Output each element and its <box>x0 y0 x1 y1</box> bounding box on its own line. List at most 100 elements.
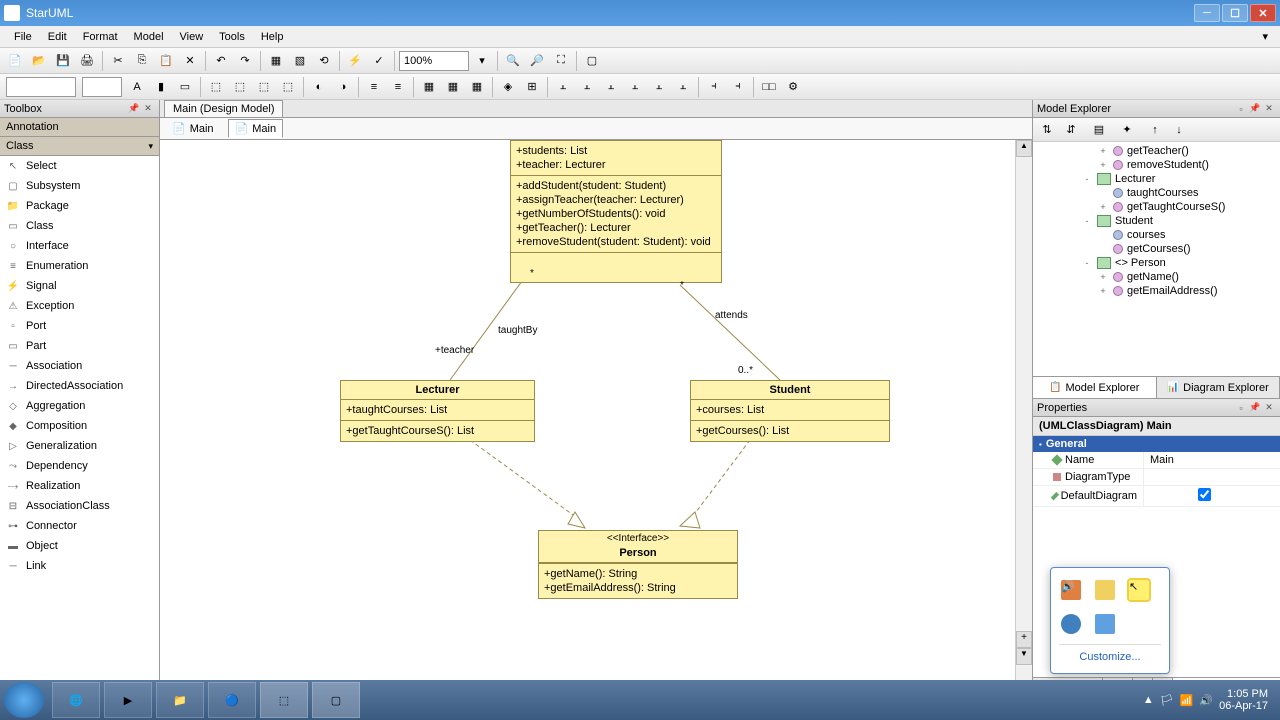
copy-button[interactable]: ⎘ <box>131 50 153 72</box>
toolbox-section-class[interactable]: Class <box>0 137 159 156</box>
doc-subtab-main-1[interactable]: 📄Main <box>166 120 220 137</box>
dist-2[interactable]: ⫞ <box>727 76 749 98</box>
prop-pin-icon[interactable]: ▫ <box>1234 401 1248 415</box>
menu-view[interactable]: View <box>172 28 212 46</box>
close-button[interactable]: ✕ <box>1250 4 1276 22</box>
me-up-icon[interactable]: ↑ <box>1145 120 1165 140</box>
tb2-3[interactable]: ⬚ <box>253 76 275 98</box>
redo-button[interactable]: ↷ <box>234 50 256 72</box>
paste-button[interactable]: 📋 <box>155 50 177 72</box>
doc-subtab-main-2[interactable]: 📄Main <box>228 119 284 138</box>
tb2-1[interactable]: ⬚ <box>205 76 227 98</box>
diagram-canvas[interactable]: +students: List +teacher: Lecturer +addS… <box>160 140 1032 682</box>
toolbox-item-interface[interactable]: ○Interface <box>0 236 159 256</box>
toolbox-item-enumeration[interactable]: ≡Enumeration <box>0 256 159 276</box>
uml-class-top[interactable]: +students: List +teacher: Lecturer +addS… <box>510 140 722 283</box>
align-1[interactable]: ⫠ <box>552 76 574 98</box>
minimize-button[interactable]: ─ <box>1194 4 1220 22</box>
toolbox-item-subsystem[interactable]: ▢Subsystem <box>0 176 159 196</box>
delete-button[interactable]: ✕ <box>179 50 201 72</box>
tray-app-icon[interactable] <box>1095 580 1115 600</box>
tray-customize-link[interactable]: Customize... <box>1059 644 1161 665</box>
size-combo[interactable] <box>82 77 122 97</box>
tray-sound-icon[interactable]: 🔊 <box>1199 694 1213 707</box>
tray-record-icon[interactable] <box>1061 614 1081 634</box>
tree-item[interactable]: courses <box>1035 228 1278 242</box>
me-nav-icon[interactable]: ✦ <box>1117 120 1137 140</box>
toolbox-item-select[interactable]: ↖Select <box>0 156 159 176</box>
toolbox-item-link[interactable]: ─Link <box>0 556 159 576</box>
tray-highlighted-icon[interactable]: ↖ <box>1129 580 1149 600</box>
taskbar-chrome[interactable]: 🔵 <box>208 682 256 718</box>
menu-tools[interactable]: Tools <box>211 28 253 46</box>
align-3[interactable]: ⫠ <box>600 76 622 98</box>
toolbox-item-association[interactable]: ─Association <box>0 356 159 376</box>
align-4[interactable]: ⫠ <box>624 76 646 98</box>
cut-button[interactable]: ✂ <box>107 50 129 72</box>
properties-group-general[interactable]: General <box>1033 436 1280 452</box>
align-5[interactable]: ⫠ <box>648 76 670 98</box>
tb2-14[interactable]: □□ <box>758 76 780 98</box>
toolbox-item-signal[interactable]: ⚡Signal <box>0 276 159 296</box>
taskbar-clock[interactable]: 1:05 PM 06-Apr-17 <box>1219 688 1268 712</box>
align-6[interactable]: ⫠ <box>672 76 694 98</box>
menu-file[interactable]: File <box>6 28 40 46</box>
taskbar-ie[interactable]: 🌐 <box>52 682 100 718</box>
tree-item[interactable]: getCourses() <box>1035 242 1278 256</box>
toolbox-item-composition[interactable]: ◆Composition <box>0 416 159 436</box>
me-pin2-icon[interactable]: 📌 <box>1248 102 1262 116</box>
me-down-icon[interactable]: ↓ <box>1169 120 1189 140</box>
toolbox-item-connector[interactable]: ⊶Connector <box>0 516 159 536</box>
tb2-6[interactable]: ◑ <box>332 76 354 98</box>
tray-expand-icon[interactable]: ▲ <box>1143 694 1154 706</box>
tb-icon-3[interactable]: ⟲ <box>313 50 335 72</box>
toolbox-item-exception[interactable]: ⚠Exception <box>0 296 159 316</box>
tree-item[interactable]: +getTeacher() <box>1035 144 1278 158</box>
zoom-in-button[interactable]: 🔎 <box>526 50 548 72</box>
toolbox-item-realization[interactable]: ⤏Realization <box>0 476 159 496</box>
tray-device-icon[interactable] <box>1095 614 1115 634</box>
tb2-10[interactable]: ▦ <box>442 76 464 98</box>
prop-row-diagramtype[interactable]: DiagramType <box>1033 469 1280 486</box>
tb2-13[interactable]: ⊞ <box>521 76 543 98</box>
tree-item[interactable]: taughtCourses <box>1035 186 1278 200</box>
tb2-9[interactable]: ▦ <box>418 76 440 98</box>
tree-item[interactable]: -Student <box>1035 214 1278 228</box>
tb2-8[interactable]: ≡ <box>387 76 409 98</box>
zoom-dropdown[interactable]: ▾ <box>471 50 493 72</box>
tree-item[interactable]: +getTaughtCourseS() <box>1035 200 1278 214</box>
undo-button[interactable]: ↶ <box>210 50 232 72</box>
menu-model[interactable]: Model <box>126 28 172 46</box>
save-button[interactable]: 💾 <box>52 50 74 72</box>
line-color-button[interactable]: ▭ <box>174 76 196 98</box>
model-explorer-tree[interactable]: +getTeacher()+removeStudent()-Lecturer t… <box>1033 142 1280 376</box>
tray-volume-icon[interactable]: 🔊 <box>1061 580 1081 600</box>
me-pin-icon[interactable]: ▫ <box>1234 102 1248 116</box>
toolbox-item-part[interactable]: ▭Part <box>0 336 159 356</box>
menu-help[interactable]: Help <box>253 28 292 46</box>
tb2-5[interactable]: ◐ <box>308 76 330 98</box>
default-diagram-checkbox[interactable] <box>1198 488 1211 501</box>
tree-item[interactable]: -<> Person <box>1035 256 1278 270</box>
tab-diagram-explorer[interactable]: 📊Diagram Explorer <box>1157 377 1280 398</box>
tray-network-icon[interactable]: 📶 <box>1180 694 1194 707</box>
dist-1[interactable]: ⫞ <box>703 76 725 98</box>
tb2-12[interactable]: ◈ <box>497 76 519 98</box>
tb2-4[interactable]: ⬚ <box>277 76 299 98</box>
toolbox-item-object[interactable]: ▬Object <box>0 536 159 556</box>
toolbox-item-class[interactable]: ▭Class <box>0 216 159 236</box>
maximize-button[interactable]: ☐ <box>1222 4 1248 22</box>
toolbox-item-package[interactable]: 📁Package <box>0 196 159 216</box>
tb-icon-4[interactable]: ⚡ <box>344 50 366 72</box>
taskbar-explorer[interactable]: 📁 <box>156 682 204 718</box>
font-combo[interactable] <box>6 77 76 97</box>
tb-icon-2[interactable]: ▧ <box>289 50 311 72</box>
tb2-15[interactable]: ⚙ <box>782 76 804 98</box>
toolbox-item-dependency[interactable]: ⤳Dependency <box>0 456 159 476</box>
doc-tab-main[interactable]: Main (Design Model) <box>164 100 283 117</box>
start-button[interactable] <box>4 682 44 718</box>
new-button[interactable]: 📄 <box>4 50 26 72</box>
me-close-icon[interactable]: ✕ <box>1262 102 1276 116</box>
uml-class-lecturer[interactable]: Lecturer +taughtCourses: List +getTaught… <box>340 380 535 442</box>
tb2-7[interactable]: ≡ <box>363 76 385 98</box>
